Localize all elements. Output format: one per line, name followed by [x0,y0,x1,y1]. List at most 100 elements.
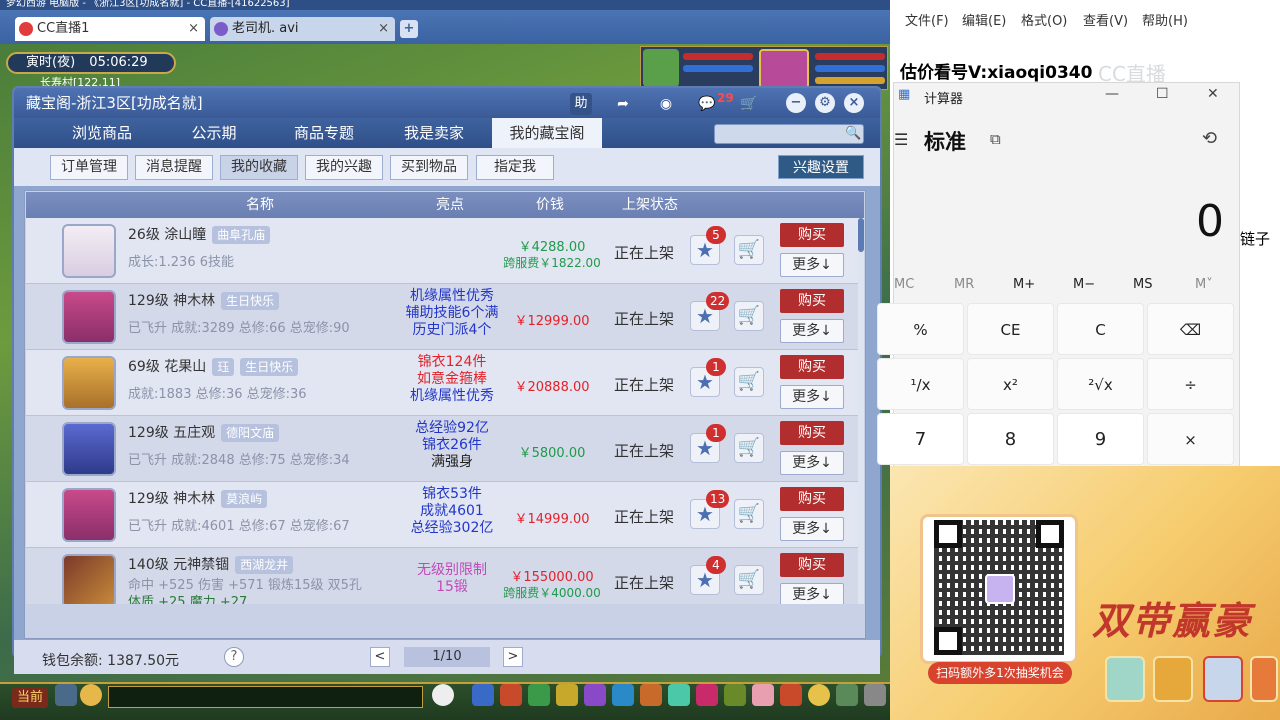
skill-icon[interactable] [528,684,550,706]
friends-icon[interactable] [668,684,690,706]
reciprocal-key[interactable]: ¹/x [877,358,964,410]
attack-icon[interactable] [472,684,494,706]
keep-on-top-icon[interactable]: ⧉ [990,130,1001,148]
buy-button[interactable]: 购买 [780,355,844,379]
more-button[interactable]: 更多↓ [780,385,844,409]
digit-8-key[interactable]: 8 [967,413,1054,465]
close-icon[interactable]: × [188,17,199,41]
buy-button[interactable]: 购买 [780,421,844,445]
memory-recall-button[interactable]: MR [954,277,974,292]
next-page-button[interactable]: > [503,647,523,667]
buy-button[interactable]: 购买 [780,487,844,511]
pet-panel-icon[interactable] [584,684,606,706]
clear-entry-key[interactable]: CE [967,303,1054,355]
inventory-icon[interactable] [500,684,522,706]
tab-video[interactable]: 老司机. avi × [210,17,395,41]
menu-help[interactable]: 帮助(H) [1142,10,1188,29]
guild-icon[interactable] [640,684,662,706]
subtab-assigned[interactable]: 指定我 [476,155,554,180]
system-icon[interactable] [836,684,858,706]
add-to-cart-icon[interactable]: 🛒 [734,433,764,463]
scrollbar-thumb[interactable] [858,218,864,252]
subtab-favorites[interactable]: 我的收藏 [220,155,298,180]
character-avatar[interactable] [62,356,116,410]
buy-button[interactable]: 购买 [780,553,844,577]
divide-key[interactable]: ÷ [1147,358,1234,410]
add-to-cart-icon[interactable]: 🛒 [734,235,764,265]
team-icon[interactable] [556,684,578,706]
tab-my-pavilion[interactable]: 我的藏宝阁 [492,118,602,148]
task-icon[interactable] [612,684,634,706]
emoji-icon[interactable] [80,684,102,706]
menu-edit[interactable]: 编辑(E) [962,10,1006,29]
backspace-key[interactable]: ⌫ [1147,303,1234,355]
record-icon[interactable]: ◉ [655,93,677,115]
more-button[interactable]: 更多↓ [780,253,844,277]
weapon-icon[interactable] [62,554,116,604]
character-avatar[interactable] [62,224,116,278]
memory-subtract-button[interactable]: M− [1073,277,1095,292]
character-avatar[interactable] [62,290,116,344]
interest-settings-button[interactable]: 兴趣设置 [778,155,864,179]
memory-clear-button[interactable]: MC [894,277,914,292]
sqrt-key[interactable]: ²√x [1057,358,1144,410]
buy-button[interactable]: 购买 [780,289,844,313]
close-button[interactable]: ✕ [1207,86,1219,102]
prev-page-button[interactable]: < [370,647,390,667]
square-key[interactable]: x² [967,358,1054,410]
menu-format[interactable]: 格式(O) [1021,10,1067,29]
shop-icon[interactable] [780,684,802,706]
add-to-cart-icon[interactable]: 🛒 [734,367,764,397]
maximize-button[interactable]: ☐ [1156,86,1169,102]
tab-seller[interactable]: 我是卖家 [380,118,488,148]
tab-browse[interactable]: 浏览商品 [48,118,156,148]
clear-key[interactable]: C [1057,303,1144,355]
share-icon[interactable]: ➦ [612,93,634,115]
search-input[interactable] [714,124,864,144]
gift-icon[interactable] [752,684,774,706]
scrollbar[interactable] [858,218,864,604]
player-avatar[interactable] [759,49,809,89]
notepad-text-line[interactable]: 估价看号V:xiaoqi0340 [900,58,1092,83]
character-avatar[interactable] [62,422,116,476]
memory-add-button[interactable]: M+ [1013,277,1035,292]
character-avatar[interactable] [62,488,116,542]
add-to-cart-icon[interactable]: 🛒 [734,499,764,529]
add-to-cart-icon[interactable]: 🛒 [734,301,764,331]
smile-icon[interactable] [808,684,830,706]
subtab-bought[interactable]: 买到物品 [390,155,468,180]
settings-icon[interactable] [864,684,886,706]
more-button[interactable]: 更多↓ [780,583,844,604]
add-tab-button[interactable]: + [400,20,418,38]
subtab-messages[interactable]: 消息提醒 [135,155,213,180]
tab-topics[interactable]: 商品专题 [270,118,378,148]
minimize-button[interactable]: — [1105,86,1119,102]
channel-current-button[interactable]: 当前 [12,688,48,708]
help-button[interactable]: 助 [570,93,592,115]
more-button[interactable]: 更多↓ [780,319,844,343]
history-icon[interactable]: ⟲ [1202,128,1217,149]
menu-icon[interactable]: ☰ [894,130,908,149]
digit-7-key[interactable]: 7 [877,413,964,465]
menu-file[interactable]: 文件(F) [905,10,949,29]
chat-input[interactable] [108,686,423,708]
message-icon[interactable]: 💬 [696,93,718,115]
mail-icon[interactable] [696,684,718,706]
cart-icon[interactable]: 🛒 [738,93,760,115]
more-button[interactable]: 更多↓ [780,517,844,541]
tab-cc-live[interactable]: CC直播1 × [15,17,205,41]
menu-view[interactable]: 查看(V) [1083,10,1128,29]
pet-avatar[interactable] [643,49,679,87]
multiply-key[interactable]: × [1147,413,1234,465]
tab-announcement[interactable]: 公示期 [160,118,268,148]
search-icon[interactable]: 🔍 [845,126,861,141]
close-button[interactable]: × [844,93,864,113]
subtab-orders[interactable]: 订单管理 [50,155,128,180]
close-icon[interactable]: × [378,17,389,41]
subtab-interests[interactable]: 我的兴趣 [305,155,383,180]
settings-icon[interactable]: ⚙ [815,93,835,113]
map-icon[interactable] [724,684,746,706]
microphone-icon[interactable] [55,684,77,706]
memory-list-button[interactable]: M˅ [1195,277,1213,292]
add-to-cart-icon[interactable]: 🛒 [734,565,764,595]
